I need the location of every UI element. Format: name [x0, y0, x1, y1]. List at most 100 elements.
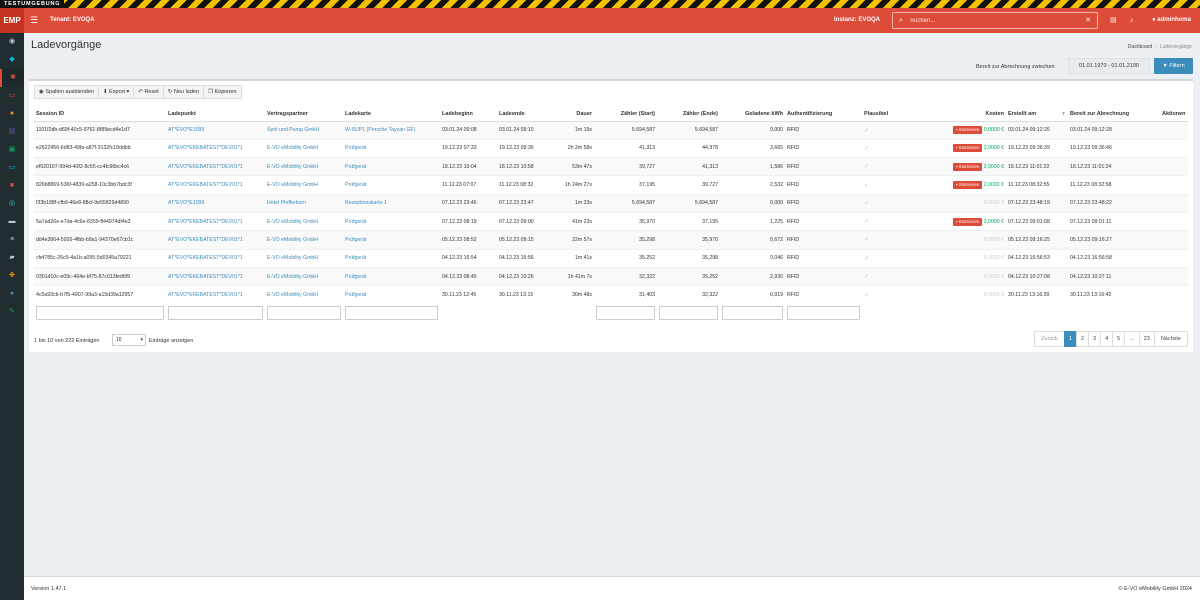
- cell-karte[interactable]: Prüfgerät: [343, 175, 440, 195]
- table-row[interactable]: 4c5a93cb-b7f5-4907-99a3-a15d39a12957 AT*E…: [34, 285, 1188, 304]
- cell-partner[interactable]: E-VO eMobility GmbH: [265, 266, 343, 286]
- column-header[interactable]: Plausibel: [862, 107, 915, 122]
- sidebar-item-list[interactable]: ≡: [0, 231, 24, 249]
- column-header[interactable]: Bereit zur Abrechnung: [1068, 107, 1160, 122]
- column-header[interactable]: Aktionen: [1160, 107, 1188, 122]
- page-button[interactable]: …: [1124, 331, 1140, 347]
- bell-icon[interactable]: ♪: [1130, 8, 1134, 33]
- cell-karte[interactable]: Prüfgerät: [343, 138, 440, 158]
- sidebar-item-document[interactable]: ▤: [0, 123, 24, 141]
- task-list-icon[interactable]: ▤: [1110, 8, 1117, 33]
- cell-ladepunkt[interactable]: AT*EVO*EKEBATEST*DEV01*1: [166, 248, 265, 268]
- filter-partner-input[interactable]: [267, 305, 341, 320]
- column-header[interactable]: Session ID: [34, 107, 166, 122]
- cell-ladepunkt[interactable]: AT*EVO*EKEBATEST*DEV01*1: [166, 211, 265, 231]
- cell-ladepunkt[interactable]: AT*EVO*EKEBATEST*DEV01*1: [166, 138, 265, 158]
- sidebar-item-car[interactable]: ▬: [0, 213, 24, 231]
- column-header[interactable]: Authentifizierung: [785, 107, 862, 122]
- column-header[interactable]: Zähler (Start): [594, 107, 657, 122]
- cell-partner[interactable]: E-VO eMobility GmbH: [265, 230, 343, 250]
- prev-page-button[interactable]: Zurück: [1034, 331, 1065, 347]
- cell-partner[interactable]: E-VO eMobility GmbH: [265, 175, 343, 195]
- sidebar-item-money[interactable]: ●: [0, 105, 24, 123]
- sidebar-item-cat[interactable]: ◆: [0, 51, 24, 69]
- breadcrumb-home[interactable]: Dashboard: [1128, 44, 1152, 50]
- sidebar-item-plug-two[interactable]: ▣: [0, 141, 24, 159]
- filter-ladepunkt-input[interactable]: [168, 305, 263, 320]
- column-header[interactable]: Dauer: [558, 107, 594, 122]
- page-length-select[interactable]: 10 ▾: [112, 334, 146, 346]
- cell-partner[interactable]: E-VO eMobility GmbH: [265, 157, 343, 176]
- filter-zaehler-start-input[interactable]: [596, 305, 655, 320]
- column-header[interactable]: Ladepunkt: [166, 107, 265, 122]
- column-header[interactable]: Geladene kWh: [720, 107, 785, 122]
- cancel-charge-button[interactable]: ▪ Stornieren: [952, 162, 983, 171]
- column-header[interactable]: Ladekarte: [343, 107, 440, 122]
- table-row[interactable]: 826b8869-536f-4839-a258-10c3bb7bdc3f AT*E…: [34, 175, 1188, 195]
- menu-toggle-icon[interactable]: ☰: [30, 8, 38, 33]
- sidebar-item-cart[interactable]: ■: [0, 177, 24, 195]
- clear-search-icon[interactable]: ✕: [1085, 13, 1091, 28]
- copy-button[interactable]: ❐ Kopieren: [203, 85, 242, 99]
- sidebar-item-plug[interactable]: ✱: [0, 69, 24, 87]
- cancel-charge-button[interactable]: ▪ Stornieren: [952, 126, 983, 135]
- cell-partner[interactable]: Sprit und Pump GmbH: [265, 120, 343, 140]
- sidebar-item-eye[interactable]: ◎: [0, 195, 24, 213]
- user-menu[interactable]: ● adminhoma: [1152, 8, 1191, 33]
- sidebar-item-card[interactable]: ▭: [0, 87, 24, 105]
- cancel-charge-button[interactable]: ▪ Stornieren: [952, 181, 983, 190]
- logo[interactable]: EMP: [0, 8, 24, 33]
- column-header[interactable]: Vertragspartner: [265, 107, 343, 122]
- column-header[interactable]: Ladebeginn: [440, 107, 497, 122]
- table-row[interactable]: dd4e3664-5926-4fbb-b9a1-94370e67cb1c AT*E…: [34, 230, 1188, 250]
- cell-partner[interactable]: E-VO eMobility GmbH: [265, 248, 343, 268]
- table-row[interactable]: 1101f2db-d69f-40c5-9761-8f89ecd4e1d7 AT*E…: [34, 120, 1188, 140]
- cell-karte[interactable]: Prüfgerät: [343, 230, 440, 250]
- cancel-charge-button[interactable]: ▪ Stornieren: [952, 217, 983, 226]
- reset-button[interactable]: ↶ Reset: [133, 85, 164, 99]
- next-page-button[interactable]: Nächste: [1153, 331, 1188, 347]
- table-row[interactable]: ef020107-994d-40f2-8c65-cc4fc96bc4c6 AT*E…: [34, 157, 1188, 176]
- filter-auth-input[interactable]: [787, 305, 860, 320]
- cell-partner[interactable]: Hotel Pfefferkorn: [265, 193, 343, 213]
- export-button[interactable]: ⬇ Export ▾: [97, 85, 135, 99]
- sidebar-item-truck[interactable]: ▰: [0, 249, 24, 267]
- table-row[interactable]: cfef785c-26c5-4a1b-a095-5d0345a79221 AT*E…: [34, 248, 1188, 268]
- column-header[interactable]: Erstellt am ▼: [1006, 107, 1068, 122]
- page-button[interactable]: 23: [1138, 331, 1155, 347]
- cell-karte[interactable]: W-SUP1 (Porsche Taycan GF): [343, 120, 440, 140]
- table-row[interactable]: f33b188f-cfb9-46e8-88cf-9e55829d4890 AT*E…: [34, 193, 1188, 213]
- cell-karte[interactable]: Prüfgerät: [343, 157, 440, 176]
- cell-ladepunkt[interactable]: AT*EVO*EKEBATEST*DEV01*1: [166, 230, 265, 250]
- cell-ladepunkt[interactable]: AT*EVO*E1099: [166, 120, 265, 140]
- sidebar-item-dashboard[interactable]: ◉: [0, 33, 24, 51]
- cell-ladepunkt[interactable]: AT*EVO*EKEBATEST*DEV01*1: [166, 285, 265, 304]
- cell-ladepunkt[interactable]: AT*EVO*EKEBATEST*DEV01*1: [166, 157, 265, 176]
- sidebar-item-paw[interactable]: ✤: [0, 267, 24, 285]
- cell-partner[interactable]: E-VO eMobility GmbH: [265, 138, 343, 158]
- cell-partner[interactable]: E-VO eMobility GmbH: [265, 285, 343, 304]
- table-row[interactable]: 5a7ad26e-e7da-4c6e-8359-ff44974df4e3 AT*E…: [34, 211, 1188, 231]
- sidebar-item-wrench[interactable]: ✎: [0, 303, 24, 321]
- table-row[interactable]: e2622456-6d83-49fa-a87f-3132fc18ddbb AT*E…: [34, 138, 1188, 158]
- sidebar-item-user[interactable]: ●: [0, 285, 24, 303]
- hide-columns-button[interactable]: ◉ Spalten ausblenden: [34, 85, 99, 99]
- filter-session-input[interactable]: [36, 305, 164, 320]
- cell-karte[interactable]: Prüfgerät: [343, 211, 440, 231]
- cell-partner[interactable]: E-VO eMobility GmbH: [265, 211, 343, 231]
- cell-karte[interactable]: Prüfgerät: [343, 248, 440, 268]
- cell-ladepunkt[interactable]: AT*EVO*EKEBATEST*DEV01*1: [166, 175, 265, 195]
- column-header[interactable]: Zähler (Ende): [657, 107, 720, 122]
- filter-button[interactable]: ▼ Filtern: [1154, 58, 1193, 74]
- reload-button[interactable]: ↻ Neu laden: [162, 85, 205, 99]
- cell-ladepunkt[interactable]: AT*EVO*EKEBATEST*DEV01*1: [166, 266, 265, 286]
- column-header[interactable]: Ladeende: [497, 107, 558, 122]
- cell-ladepunkt[interactable]: AT*EVO*E1099: [166, 193, 265, 213]
- table-row[interactable]: 0301d10c-e09c-464e-bf75-87c013fed6f9 AT*E…: [34, 266, 1188, 286]
- cell-karte[interactable]: Prüfgerät: [343, 266, 440, 286]
- filter-ladekarte-input[interactable]: [345, 305, 438, 320]
- search-input[interactable]: [910, 14, 1080, 27]
- filter-kwh-input[interactable]: [722, 305, 783, 320]
- sidebar-item-card-two[interactable]: ▭: [0, 159, 24, 177]
- cell-karte[interactable]: Prüfgerät: [343, 285, 440, 304]
